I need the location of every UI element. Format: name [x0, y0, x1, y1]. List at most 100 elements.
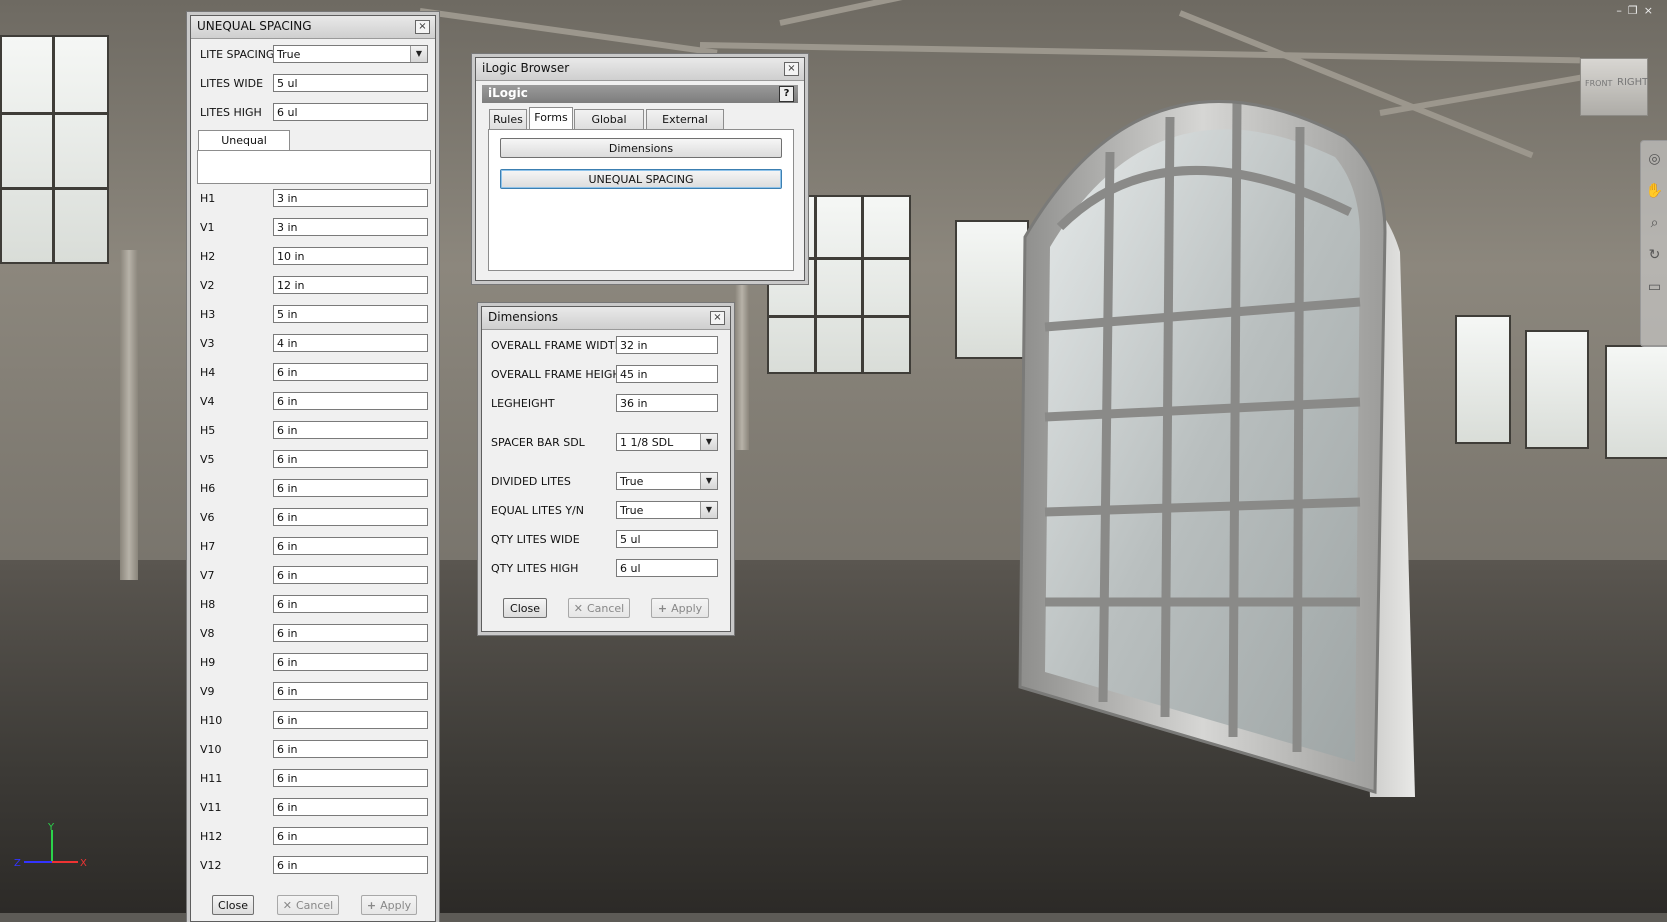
chevron-down-icon[interactable]: ▼ [700, 434, 717, 450]
apply-button[interactable]: + Apply [651, 598, 709, 618]
value-field[interactable]: 36 in [616, 394, 718, 412]
field-label: H4 [200, 366, 216, 379]
value-field[interactable]: 3 in [273, 189, 428, 207]
form-button-unequal-spacing[interactable]: UNEQUAL SPACING [500, 169, 782, 189]
chevron-down-icon[interactable]: ▼ [410, 46, 427, 62]
tab-unequal-spacing[interactable]: Unequal Spacing [198, 130, 290, 166]
restore-icon[interactable]: ❐ [1628, 4, 1644, 17]
value-field[interactable]: 6 in [273, 479, 428, 497]
value-field[interactable]: 45 in [616, 365, 718, 383]
form-row: QTY LITES HIGH 6 ul [491, 559, 718, 579]
value-field[interactable]: 6 in [273, 566, 428, 584]
spacing-row: H1 3 in [200, 189, 428, 209]
apply-button-label: Apply [671, 602, 703, 615]
tab-global-forms[interactable]: Global Forms [574, 109, 644, 145]
viewcube-right-face[interactable]: RIGHT [1617, 77, 1648, 88]
value-field[interactable]: 3 in [273, 218, 428, 236]
hangar-window [1525, 330, 1589, 449]
help-icon[interactable]: ? [779, 86, 794, 102]
value-field[interactable]: 6 in [273, 827, 428, 845]
value-field[interactable]: 6 in [273, 653, 428, 671]
value-field[interactable]: 6 in [273, 798, 428, 816]
value-field[interactable]: 6 in [273, 421, 428, 439]
value-field[interactable]: 6 ul [616, 559, 718, 577]
orbit-icon[interactable]: ↻ [1645, 245, 1665, 265]
field-value: 6 in [277, 424, 298, 437]
tab-forms[interactable]: Forms [529, 107, 573, 129]
cancel-button[interactable]: ✕ Cancel [277, 895, 339, 915]
value-field[interactable]: 6 in [273, 711, 428, 729]
value-field[interactable]: 6 in [273, 508, 428, 526]
form-button-label: UNEQUAL SPACING [588, 173, 694, 186]
value-field[interactable]: 12 in [273, 276, 428, 294]
form-row: OVERALL FRAME HEIGHT 45 in [491, 365, 718, 385]
value-field[interactable]: 5 ul [616, 530, 718, 548]
x-icon: ✕ [282, 899, 292, 912]
steering-wheel-icon[interactable]: ◎ [1645, 149, 1665, 169]
pan-icon[interactable]: ✋ [1645, 181, 1665, 201]
value-field[interactable]: 6 in [273, 392, 428, 410]
form-button-dimensions[interactable]: Dimensions [500, 138, 782, 158]
value-field[interactable]: 6 in [273, 682, 428, 700]
apply-button[interactable]: + Apply [361, 895, 417, 915]
spacing-row: V4 6 in [200, 392, 428, 412]
value-field[interactable]: 10 in [273, 247, 428, 265]
chevron-down-icon[interactable]: ▼ [700, 502, 717, 518]
value-field[interactable]: 6 in [273, 537, 428, 555]
close-icon[interactable]: × [784, 62, 799, 76]
spacing-row: V10 6 in [200, 740, 428, 760]
value-field[interactable]: 6 in [273, 769, 428, 787]
dropdown-field[interactable]: True ▼ [616, 472, 718, 490]
chevron-down-icon[interactable]: ▼ [700, 473, 717, 489]
value-field[interactable]: 5 ul [273, 74, 428, 92]
field-value: 3 in [277, 192, 298, 205]
hangar-window [0, 35, 109, 264]
zoom-icon[interactable]: ⌕ [1645, 213, 1665, 233]
spacing-row: H11 6 in [200, 769, 428, 789]
value-field[interactable]: 6 ul [273, 103, 428, 121]
close-window-icon[interactable]: × [1644, 4, 1659, 17]
dropdown-field[interactable]: True ▼ [616, 501, 718, 519]
value-field[interactable]: 4 in [273, 334, 428, 352]
close-icon[interactable]: × [415, 20, 430, 34]
field-value: 6 in [277, 482, 298, 495]
value-field[interactable]: 6 in [273, 363, 428, 381]
minimize-icon[interactable]: – [1616, 4, 1628, 17]
viewcube-front-face[interactable]: FRONT [1585, 79, 1612, 88]
dialog-titlebar[interactable]: UNEQUAL SPACING × [191, 16, 435, 39]
axis-x-label: X [80, 858, 87, 869]
close-icon[interactable]: × [710, 311, 725, 325]
value-field[interactable]: 5 in [273, 305, 428, 323]
dropdown-field[interactable]: True ▼ [273, 45, 428, 63]
field-label: V8 [200, 627, 215, 640]
field-value: 5 ul [277, 77, 298, 90]
view-cube[interactable]: FRONT RIGHT [1580, 58, 1648, 116]
value-field[interactable]: 6 in [273, 624, 428, 642]
close-button[interactable]: Close [212, 895, 254, 915]
panel-titlebar[interactable]: iLogic Browser × [476, 58, 804, 81]
form-row: LITE SPACING True ▼ [200, 45, 428, 65]
value-field[interactable]: 6 in [273, 595, 428, 613]
field-value: 6 in [277, 714, 298, 727]
field-label: SPACER BAR SDL [491, 436, 585, 449]
spacing-row: V12 6 in [200, 856, 428, 876]
spacing-row: V6 6 in [200, 508, 428, 528]
field-label: H8 [200, 598, 216, 611]
look-at-icon[interactable]: ▭ [1645, 277, 1665, 297]
tab-external-rules[interactable]: External Rules [646, 109, 724, 145]
value-field[interactable]: 32 in [616, 336, 718, 354]
close-button[interactable]: Close [503, 598, 547, 618]
value-field[interactable]: 6 in [273, 450, 428, 468]
dropdown-field[interactable]: 1 1/8 SDL ▼ [616, 433, 718, 451]
value-field[interactable]: 6 in [273, 740, 428, 758]
field-label: V5 [200, 453, 215, 466]
value-field[interactable]: 6 in [273, 856, 428, 874]
spacing-row: H8 6 in [200, 595, 428, 615]
field-label: QTY LITES WIDE [491, 533, 580, 546]
dialog-titlebar[interactable]: Dimensions × [482, 307, 730, 330]
field-value: 6 in [277, 395, 298, 408]
field-value: 6 in [277, 743, 298, 756]
cancel-button[interactable]: ✕ Cancel [568, 598, 630, 618]
spacing-row: H9 6 in [200, 653, 428, 673]
tab-rules[interactable]: Rules [489, 109, 527, 129]
